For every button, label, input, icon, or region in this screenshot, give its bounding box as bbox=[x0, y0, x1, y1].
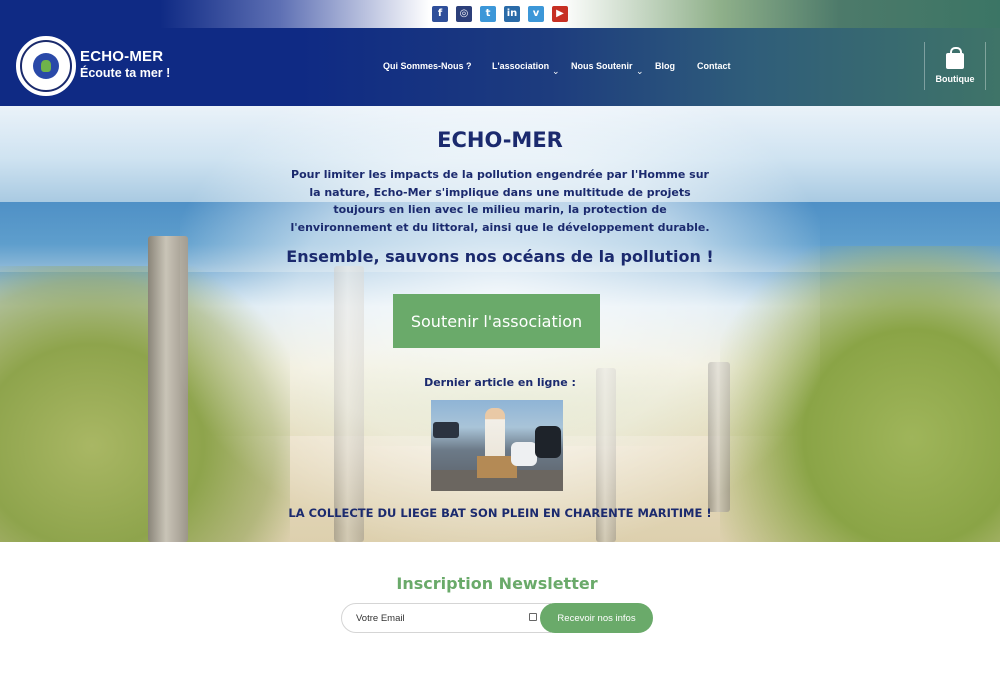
chevron-down-icon[interactable]: ⌄ bbox=[552, 67, 560, 77]
nav-item-blog[interactable]: Blog bbox=[655, 61, 675, 71]
shopping-bag-icon bbox=[946, 46, 964, 69]
social-bar: f ◎ t in v ▶ bbox=[0, 0, 1000, 28]
article-thumbnail[interactable] bbox=[431, 400, 563, 491]
thumbnail-scooter bbox=[535, 426, 561, 458]
twitter-icon[interactable]: t bbox=[480, 6, 496, 22]
vimeo-icon[interactable]: v bbox=[528, 6, 544, 22]
hero-section: ECHO-MER Pour limiter les impacts de la … bbox=[0, 106, 1000, 542]
nav-item-contact[interactable]: Contact bbox=[697, 61, 731, 71]
facebook-icon[interactable]: f bbox=[432, 6, 448, 22]
newsletter-submit-button[interactable]: Recevoir nos infos bbox=[540, 603, 653, 633]
support-association-button[interactable]: Soutenir l'association bbox=[393, 294, 600, 348]
nav-item-nous-soutenir[interactable]: Nous Soutenir bbox=[571, 61, 633, 71]
site-header: ECHO-MER Écoute ta mer ! Qui Sommes-Nous… bbox=[0, 28, 1000, 106]
hero-description: Pour limiter les impacts de la pollution… bbox=[290, 168, 710, 234]
last-article-label: Dernier article en ligne : bbox=[424, 376, 576, 389]
nav-item-association[interactable]: L'association bbox=[492, 61, 549, 71]
linkedin-icon[interactable]: in bbox=[504, 6, 520, 22]
nav-item-qui-sommes-nous[interactable]: Qui Sommes-Nous ? bbox=[383, 61, 472, 71]
email-field[interactable] bbox=[341, 603, 551, 633]
main-nav: Qui Sommes-Nous ? L'association ⌄ Nous S… bbox=[0, 61, 1000, 77]
article-title-link[interactable]: LA COLLECTE DU LIEGE BAT SON PLEIN EN CH… bbox=[0, 506, 1000, 520]
thumbnail-car bbox=[433, 422, 459, 438]
autofill-icon[interactable] bbox=[529, 613, 537, 621]
instagram-icon[interactable]: ◎ bbox=[456, 6, 472, 22]
thumbnail-bags bbox=[511, 442, 537, 466]
hero-slogan: Ensemble, sauvons nos océans de la pollu… bbox=[286, 247, 714, 266]
chevron-down-icon[interactable]: ⌄ bbox=[636, 67, 644, 77]
hero-title: ECHO-MER bbox=[437, 128, 563, 152]
youtube-icon[interactable]: ▶ bbox=[552, 6, 568, 22]
shop-label: Boutique bbox=[935, 73, 975, 84]
thumbnail-person bbox=[485, 408, 505, 458]
newsletter-title: Inscription Newsletter bbox=[396, 574, 598, 593]
shop-button[interactable]: Boutique bbox=[924, 42, 986, 90]
